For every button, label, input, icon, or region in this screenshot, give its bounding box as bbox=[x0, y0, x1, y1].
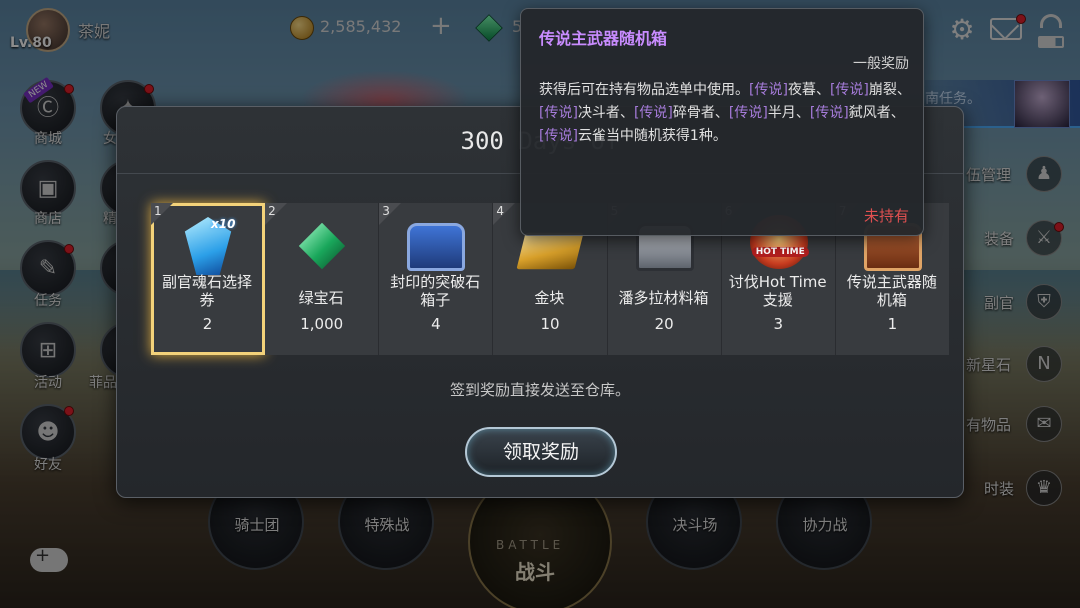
reward-name: 讨伐Hot Time支援 bbox=[728, 273, 827, 309]
sealed-chest-icon bbox=[407, 223, 466, 271]
weapon-name: 决斗者 bbox=[577, 105, 620, 121]
legend-tag: [传说] bbox=[728, 105, 768, 121]
legend-tag: [传说] bbox=[539, 128, 578, 144]
tooltip-desc-prefix: 获得后可在持有物品选单中使用。 bbox=[539, 82, 749, 98]
reward-name: 绿宝石 bbox=[298, 289, 344, 307]
reward-count: 1,000 bbox=[300, 315, 344, 333]
reward-name: 金块 bbox=[534, 289, 565, 307]
claim-reward-button[interactable]: 领取奖励 bbox=[465, 427, 617, 477]
reward-count: 20 bbox=[654, 315, 674, 333]
tooltip-category: 一般奖励 bbox=[853, 56, 909, 72]
legend-tag: [传说] bbox=[829, 82, 869, 98]
legend-tag: [传说] bbox=[809, 105, 849, 121]
reward-name: 副官魂石选择券 bbox=[161, 273, 252, 309]
reward-slot-day-1[interactable]: 1 x10 副官魂石选择券 2 bbox=[151, 203, 266, 355]
emerald-icon bbox=[298, 222, 346, 270]
reward-count: 4 bbox=[431, 315, 441, 333]
day-number: 4 bbox=[496, 204, 505, 218]
tooltip-description: 获得后可在持有物品选单中使用。[传说]夜暮、[传说]崩裂、[传说]决斗者、[传说… bbox=[539, 82, 911, 144]
weapon-name: 夜暮 bbox=[787, 82, 816, 98]
delivery-notice: 签到奖励直接发送至仓库。 bbox=[449, 381, 630, 399]
owned-status: 未持有 bbox=[863, 207, 909, 225]
reward-slot-day-2[interactable]: 2 绿宝石 1,000 bbox=[265, 203, 380, 355]
reward-count: 3 bbox=[773, 315, 784, 333]
gold-bar-icon bbox=[516, 232, 584, 270]
reward-count: 1 bbox=[887, 315, 898, 333]
legend-tag: [传说] bbox=[539, 105, 578, 121]
reward-count: 2 bbox=[202, 315, 213, 333]
day-number: 1 bbox=[154, 204, 162, 218]
reward-count: 10 bbox=[540, 315, 560, 333]
weapon-name: 云雀 bbox=[577, 128, 606, 144]
hot-time-badge: HOT TIME bbox=[751, 247, 809, 257]
reward-name: 潘多拉材料箱 bbox=[618, 289, 709, 307]
legend-tag: [传说] bbox=[749, 82, 788, 98]
weapon-name: 弑风者 bbox=[848, 105, 891, 121]
legend-tag: [传说] bbox=[633, 105, 673, 121]
reward-name: 封印的突破石箱子 bbox=[390, 273, 481, 309]
reward-slot-day-3[interactable]: 3 封印的突破石箱子 4 bbox=[379, 203, 494, 355]
quantity-badge: x10 bbox=[211, 217, 236, 231]
tooltip-title: 传说主武器随机箱 bbox=[539, 29, 668, 48]
tooltip-desc-suffix: 当中随机获得1种。 bbox=[605, 128, 727, 144]
weapon-name: 半月 bbox=[767, 105, 796, 121]
day-number: 3 bbox=[382, 204, 390, 218]
weapon-name: 碎骨者 bbox=[672, 105, 715, 121]
day-number: 2 bbox=[268, 204, 276, 218]
weapon-name: 崩裂 bbox=[868, 82, 897, 98]
reward-name: 传说主武器随机箱 bbox=[846, 273, 937, 309]
item-tooltip: 传说主武器随机箱 一般奖励 获得后可在持有物品选单中使用。[传说]夜暮、[传说]… bbox=[520, 8, 924, 236]
